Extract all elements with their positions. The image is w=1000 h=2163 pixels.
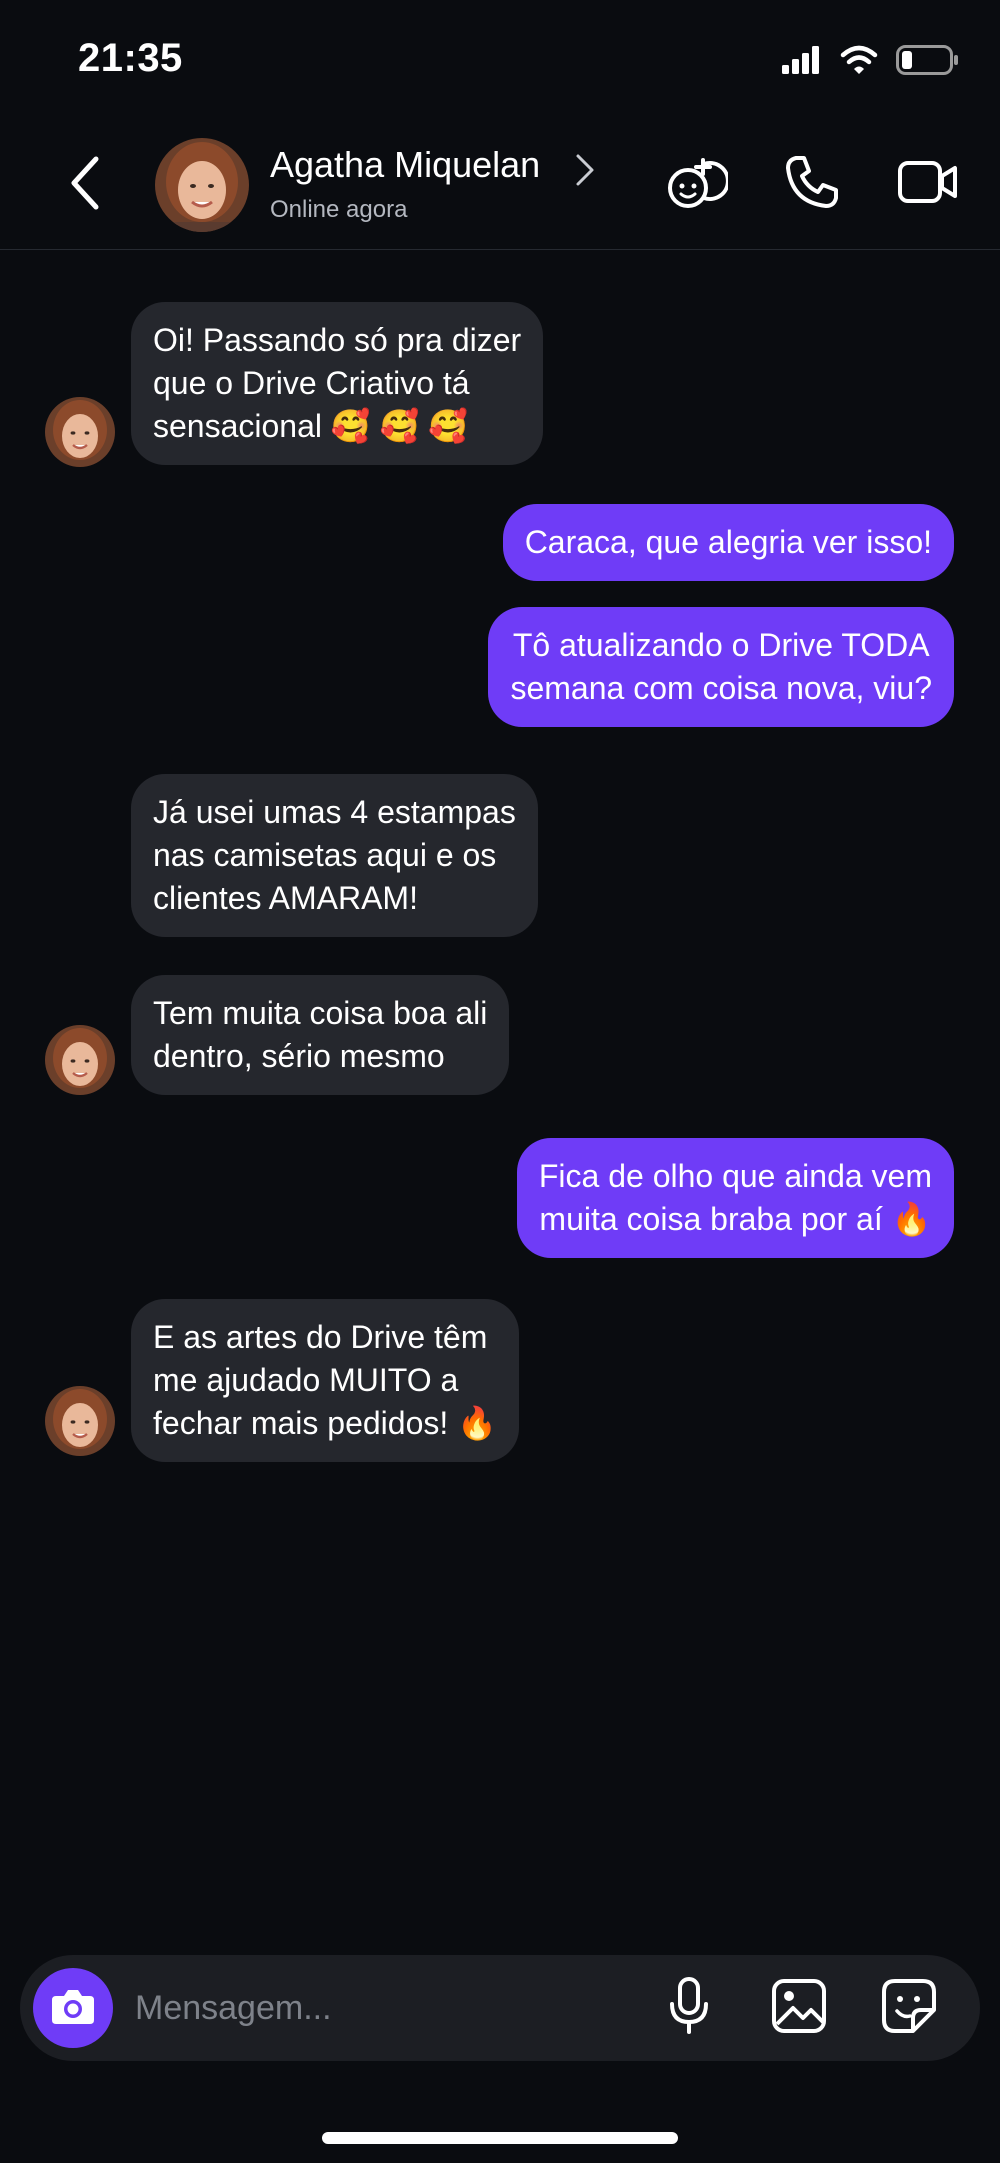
add-people-button[interactable]: [664, 150, 730, 219]
message-list: Oi! Passando só pra dizer que o Drive Cr…: [0, 252, 1000, 1952]
chevron-right-icon[interactable]: [572, 152, 598, 188]
status-bar: 21:35: [0, 0, 1000, 120]
call-button[interactable]: [780, 152, 844, 216]
gallery-button[interactable]: [768, 1977, 830, 2039]
contact-avatar[interactable]: [155, 138, 249, 232]
message-line: dentro, sério mesmo: [153, 1038, 445, 1074]
voice-message-button[interactable]: [658, 1976, 720, 2041]
message-line: semana com coisa nova, viu?: [510, 670, 932, 706]
sender-avatar[interactable]: [45, 1386, 115, 1456]
camera-icon: [50, 1986, 96, 2031]
outgoing-message[interactable]: Caraca, que alegria ver isso!: [502, 504, 954, 581]
composer-actions: [658, 1976, 940, 2041]
chat-screen: 21:35 Agatha Miquelan Online agora Oi! P…: [0, 0, 1000, 2163]
image-icon: [771, 1978, 827, 2039]
message-input[interactable]: [135, 1978, 575, 2038]
message-line: Caraca, que alegria ver isso!: [524, 524, 932, 560]
incoming-message[interactable]: Oi! Passando só pra dizer que o Drive Cr…: [131, 302, 544, 465]
battery-icon: [896, 44, 960, 80]
message-line: Tô atualizando o Drive TODA: [512, 627, 930, 663]
incoming-message[interactable]: Tem muita coisa boa ali dentro, sério me…: [131, 975, 510, 1095]
phone-icon: [782, 152, 842, 217]
incoming-message[interactable]: Já usei umas 4 estampas nas camisetas aq…: [131, 774, 538, 937]
camera-button[interactable]: [33, 1968, 113, 2048]
signal-icon: [782, 45, 822, 79]
sender-avatar[interactable]: [45, 1025, 115, 1095]
message-line: sensacional 🥰 🥰 🥰: [153, 408, 469, 444]
contact-status: Online agora: [270, 196, 408, 223]
message-line: me ajudado MUITO a: [153, 1362, 459, 1398]
message-line: que o Drive Criativo tá: [153, 365, 470, 401]
add-people-icon: [664, 150, 730, 219]
microphone-icon: [666, 1976, 712, 2041]
video-call-button[interactable]: [896, 152, 960, 216]
message-line: E as artes do Drive têm: [153, 1319, 488, 1355]
status-time: 21:35: [78, 36, 183, 80]
message-line: Fica de olho que ainda vem: [538, 1158, 932, 1194]
status-icons: [782, 44, 960, 80]
header-actions: [664, 152, 960, 216]
contact-name[interactable]: Agatha Miquelan: [270, 144, 540, 186]
message-line: fechar mais pedidos! 🔥: [153, 1405, 497, 1441]
wifi-icon: [840, 45, 878, 80]
outgoing-message[interactable]: Fica de olho que ainda vem muita coisa b…: [516, 1138, 954, 1258]
sticker-icon: [881, 1978, 937, 2039]
outgoing-message[interactable]: Tô atualizando o Drive TODA semana com c…: [488, 607, 954, 727]
back-button[interactable]: [60, 150, 110, 220]
sender-avatar[interactable]: [45, 397, 115, 467]
message-line: Já usei umas 4 estampas: [153, 794, 516, 830]
message-line: Oi! Passando só pra dizer: [153, 322, 522, 358]
message-line: clientes AMARAM!: [153, 880, 418, 916]
sticker-button[interactable]: [878, 1977, 940, 2039]
message-composer: [20, 1955, 980, 2061]
chat-header: Agatha Miquelan Online agora: [0, 120, 1000, 250]
message-line: muita coisa braba por aí 🔥: [539, 1201, 932, 1237]
home-indicator[interactable]: [322, 2132, 678, 2144]
message-line: Tem muita coisa boa ali: [153, 995, 488, 1031]
message-line: nas camisetas aqui e os: [153, 837, 497, 873]
incoming-message[interactable]: E as artes do Drive têm me ajudado MUITO…: [131, 1299, 519, 1462]
chevron-left-icon: [68, 155, 102, 216]
video-camera-icon: [897, 157, 959, 212]
